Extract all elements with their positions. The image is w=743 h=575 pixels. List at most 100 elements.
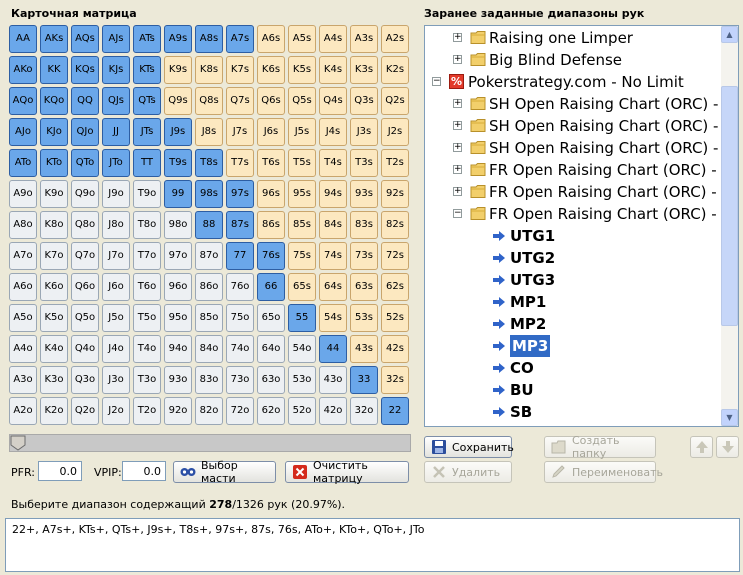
hand-cell-J8o[interactable]: J8o	[102, 211, 130, 239]
hand-cell-96o[interactable]: 96o	[164, 273, 192, 301]
hand-cell-93s[interactable]: 93s	[350, 180, 378, 208]
hand-cell-T3s[interactable]: T3s	[350, 149, 378, 177]
expand-icon[interactable]: +	[453, 187, 462, 196]
expand-icon[interactable]: +	[453, 143, 462, 152]
hand-cell-Q4s[interactable]: Q4s	[319, 87, 347, 115]
hand-cell-62o[interactable]: 62o	[257, 397, 285, 425]
hand-cell-K9s[interactable]: K9s	[164, 56, 192, 84]
create-folder-button[interactable]: Создать папку	[544, 434, 656, 460]
hand-cell-74o[interactable]: 74o	[226, 335, 254, 363]
tree-folder-label[interactable]: SH Open Raising Chart (ORC) - T	[489, 115, 732, 137]
range-text-box[interactable]: 22+, A7s+, KTs+, QTs+, J9s+, T8s+, 97s+,…	[5, 518, 740, 572]
hand-cell-A6s[interactable]: A6s	[257, 25, 285, 53]
hand-cell-T6s[interactable]: T6s	[257, 149, 285, 177]
hand-cell-93o[interactable]: 93o	[164, 366, 192, 394]
hand-cell-J5s[interactable]: J5s	[288, 118, 316, 146]
hand-cell-T6o[interactable]: T6o	[133, 273, 161, 301]
expand-icon[interactable]: +	[453, 55, 462, 64]
hand-cell-A8s[interactable]: A8s	[195, 25, 223, 53]
hand-cell-94o[interactable]: 94o	[164, 335, 192, 363]
slider-track[interactable]	[9, 434, 411, 452]
hand-cell-98o[interactable]: 98o	[164, 211, 192, 239]
hand-cell-43o[interactable]: 43o	[319, 366, 347, 394]
hand-cell-J2o[interactable]: J2o	[102, 397, 130, 425]
tree-root-label[interactable]: Pokerstrategy.com - No Limit	[468, 71, 684, 93]
hand-cell-K6s[interactable]: K6s	[257, 56, 285, 84]
hand-cell-A3s[interactable]: A3s	[350, 25, 378, 53]
hand-cell-98s[interactable]: 98s	[195, 180, 223, 208]
hand-cell-64o[interactable]: 64o	[257, 335, 285, 363]
hand-cell-84o[interactable]: 84o	[195, 335, 223, 363]
pfr-input[interactable]	[38, 461, 82, 481]
hand-cell-44[interactable]: 44	[319, 335, 347, 363]
hand-cell-K8o[interactable]: K8o	[40, 211, 68, 239]
rename-button[interactable]: Переименовать	[544, 461, 663, 483]
hand-cell-52s[interactable]: 52s	[381, 304, 409, 332]
hand-cell-QJs[interactable]: QJs	[102, 87, 130, 115]
hand-cell-63s[interactable]: 63s	[350, 273, 378, 301]
hand-cell-J3s[interactable]: J3s	[350, 118, 378, 146]
tree-folder-label[interactable]: SH Open Raising Chart (ORC) - S	[489, 93, 733, 115]
expand-icon[interactable]: +	[453, 33, 462, 42]
hand-cell-85o[interactable]: 85o	[195, 304, 223, 332]
scroll-down-arrow-icon[interactable]: ▼	[721, 409, 738, 426]
hand-cell-K5s[interactable]: K5s	[288, 56, 316, 84]
hand-cell-A6o[interactable]: A6o	[9, 273, 37, 301]
hand-cell-74s[interactable]: 74s	[319, 242, 347, 270]
hand-cell-85s[interactable]: 85s	[288, 211, 316, 239]
hand-cell-T5o[interactable]: T5o	[133, 304, 161, 332]
hand-cell-T9s[interactable]: T9s	[164, 149, 192, 177]
tree-leaf-label[interactable]: UTG3	[510, 269, 555, 291]
tree-leaf-label[interactable]: UTG1	[510, 225, 555, 247]
tree-leaf-label[interactable]: MP3	[510, 335, 551, 357]
hand-cell-KQo[interactable]: KQo	[40, 87, 68, 115]
hand-cell-JTs[interactable]: JTs	[133, 118, 161, 146]
hand-cell-53o[interactable]: 53o	[288, 366, 316, 394]
move-down-button[interactable]	[716, 436, 739, 458]
hand-cell-Q4o[interactable]: Q4o	[71, 335, 99, 363]
hand-cell-77[interactable]: 77	[226, 242, 254, 270]
save-button[interactable]: Сохранить	[424, 436, 514, 458]
hand-cell-72o[interactable]: 72o	[226, 397, 254, 425]
hand-cell-T4s[interactable]: T4s	[319, 149, 347, 177]
hand-cell-A4o[interactable]: A4o	[9, 335, 37, 363]
hand-cell-T3o[interactable]: T3o	[133, 366, 161, 394]
hand-cell-K4s[interactable]: K4s	[319, 56, 347, 84]
hand-cell-52o[interactable]: 52o	[288, 397, 316, 425]
hand-cell-J4s[interactable]: J4s	[319, 118, 347, 146]
hand-cell-KK[interactable]: KK	[40, 56, 68, 84]
tree-folder-label[interactable]: Big Blind Defense	[489, 49, 622, 71]
hand-cell-A9o[interactable]: A9o	[9, 180, 37, 208]
tree-leaf-label[interactable]: MP2	[510, 313, 546, 335]
hand-cell-53s[interactable]: 53s	[350, 304, 378, 332]
expand-icon[interactable]: +	[453, 99, 462, 108]
hand-cell-K9o[interactable]: K9o	[40, 180, 68, 208]
move-up-button[interactable]	[690, 436, 713, 458]
hand-cell-KJo[interactable]: KJo	[40, 118, 68, 146]
hand-cell-TT[interactable]: TT	[133, 149, 161, 177]
hand-cell-JJ[interactable]: JJ	[102, 118, 130, 146]
hand-cell-K5o[interactable]: K5o	[40, 304, 68, 332]
hand-cell-K2o[interactable]: K2o	[40, 397, 68, 425]
scroll-thumb[interactable]	[721, 86, 738, 326]
tree-leaf-label[interactable]: UTG2	[510, 247, 555, 269]
hand-cell-J5o[interactable]: J5o	[102, 304, 130, 332]
hand-cell-ATs[interactable]: ATs	[133, 25, 161, 53]
hand-cell-QJo[interactable]: QJo	[71, 118, 99, 146]
hand-cell-82o[interactable]: 82o	[195, 397, 223, 425]
hand-cell-QTs[interactable]: QTs	[133, 87, 161, 115]
expand-icon[interactable]: +	[453, 165, 462, 174]
tree-leaf-label[interactable]: BU	[510, 379, 534, 401]
hand-cell-AKo[interactable]: AKo	[9, 56, 37, 84]
hand-cell-43s[interactable]: 43s	[350, 335, 378, 363]
hand-cell-A3o[interactable]: A3o	[9, 366, 37, 394]
hand-cell-Q3s[interactable]: Q3s	[350, 87, 378, 115]
hand-cell-97o[interactable]: 97o	[164, 242, 192, 270]
hand-cell-K8s[interactable]: K8s	[195, 56, 223, 84]
hand-cell-A7o[interactable]: A7o	[9, 242, 37, 270]
hand-cell-QQ[interactable]: QQ	[71, 87, 99, 115]
hand-cell-95s[interactable]: 95s	[288, 180, 316, 208]
hand-cell-T5s[interactable]: T5s	[288, 149, 316, 177]
hand-cell-A4s[interactable]: A4s	[319, 25, 347, 53]
hand-cell-J6s[interactable]: J6s	[257, 118, 285, 146]
